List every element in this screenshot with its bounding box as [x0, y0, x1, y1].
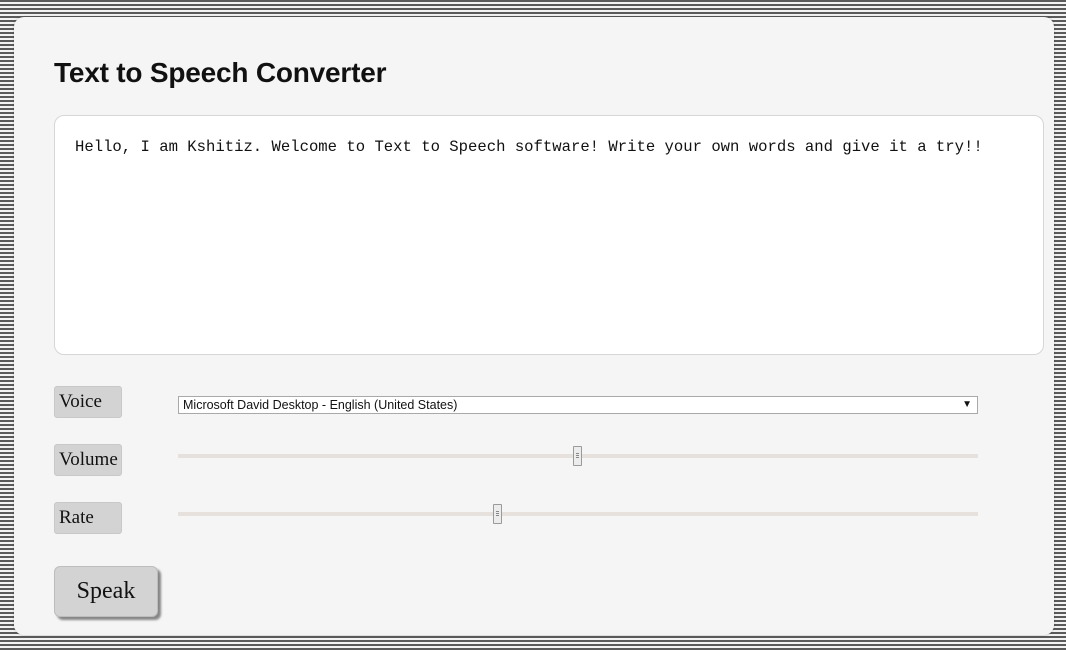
volume-slider-thumb[interactable]: [573, 446, 582, 466]
speak-button[interactable]: Speak: [54, 566, 158, 617]
rate-slider-track: [178, 512, 978, 516]
text-input[interactable]: [54, 115, 1044, 355]
rate-slider[interactable]: [178, 504, 978, 524]
voice-label: Voice: [54, 386, 122, 418]
volume-slider[interactable]: [178, 446, 978, 466]
chevron-down-icon: ▼: [962, 399, 972, 410]
page-title: Text to Speech Converter: [54, 57, 387, 88]
rate-slider-thumb[interactable]: [493, 504, 502, 524]
converter-card: Text to Speech Converter Voice Microsoft…: [14, 17, 1054, 635]
voice-select-value: Microsoft David Desktop - English (Unite…: [183, 398, 458, 412]
rate-label: Rate: [54, 502, 122, 534]
voice-select[interactable]: Microsoft David Desktop - English (Unite…: [178, 396, 978, 414]
volume-label: Volume: [54, 444, 122, 476]
